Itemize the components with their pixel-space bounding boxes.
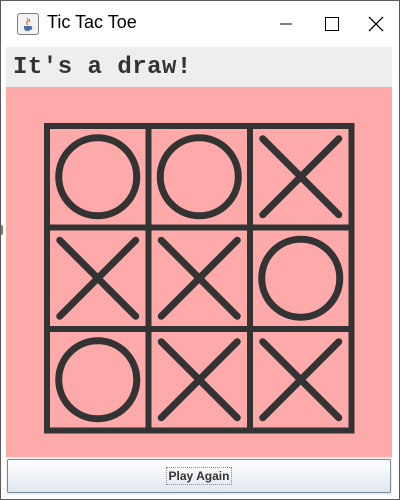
board-cell-2-0[interactable] bbox=[47, 329, 149, 431]
board-cell-0-0[interactable] bbox=[47, 126, 149, 228]
board-cell-0-2[interactable] bbox=[250, 126, 352, 228]
board-cell-2-1[interactable] bbox=[149, 329, 251, 431]
button-bar: Play Again bbox=[6, 457, 392, 495]
board-cell-2-2[interactable] bbox=[250, 329, 352, 431]
close-button[interactable] bbox=[353, 1, 399, 46]
game-board bbox=[44, 123, 355, 434]
close-icon bbox=[368, 16, 384, 32]
board-cell-1-1[interactable] bbox=[149, 228, 251, 330]
window-title: Tic Tac Toe bbox=[47, 12, 137, 32]
title-bar[interactable]: Tic Tac Toe bbox=[1, 1, 399, 46]
java-cup-icon bbox=[17, 13, 39, 35]
minimize-button[interactable] bbox=[263, 1, 309, 46]
maximize-icon bbox=[325, 16, 339, 31]
minimize-icon bbox=[280, 18, 292, 30]
board-cell-1-2[interactable] bbox=[250, 228, 352, 330]
app-window: Tic Tac Toe It's a draw! Play Again bbox=[0, 0, 400, 500]
board-cell-1-0[interactable] bbox=[47, 228, 149, 330]
window-edge-resize-handle[interactable] bbox=[1, 225, 3, 235]
play-again-button[interactable]: Play Again bbox=[7, 459, 391, 493]
maximize-button[interactable] bbox=[309, 1, 355, 46]
play-again-label: Play Again bbox=[165, 467, 233, 485]
status-bar: It's a draw! bbox=[6, 47, 392, 87]
board-cell-0-1[interactable] bbox=[149, 126, 251, 228]
status-message: It's a draw! bbox=[13, 53, 192, 81]
game-board-panel bbox=[6, 87, 392, 457]
